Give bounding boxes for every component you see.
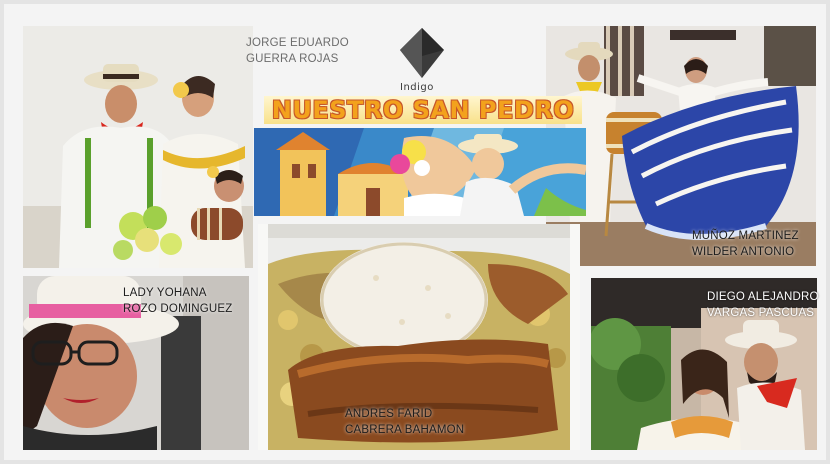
caption-line: CABRERA BAHAMON: [345, 424, 465, 436]
caption-line: ROZO DOMINGUEZ: [123, 303, 233, 315]
caption-line: JORGE EDUARDO: [246, 37, 349, 49]
banner-title: NUESTRO SAN PEDRO: [264, 96, 582, 124]
caption-lady: LADY YOHANA ROZO DOMINGUEZ: [123, 285, 233, 317]
caption-line: DIEGO ALEJANDRO: [707, 291, 819, 303]
diamond-logo-icon: [400, 28, 444, 78]
caption-line: GUERRA ROJAS: [246, 53, 339, 65]
caption-line: ANDRES FARID: [345, 408, 433, 420]
photo-family-couple: [23, 26, 253, 268]
banner-artwork: [254, 128, 586, 216]
caption-line: LADY YOHANA: [123, 287, 207, 299]
caption-jorge: JORGE EDUARDO GUERRA ROJAS: [246, 35, 349, 67]
brand-name: Indigo: [400, 82, 434, 93]
caption-diego: DIEGO ALEJANDRO VARGAS PASCUAS: [707, 289, 819, 321]
caption-line: MUÑOZ MARTINEZ: [692, 230, 799, 242]
caption-wilder: MUÑOZ MARTINEZ WILDER ANTONIO: [692, 228, 799, 260]
caption-line: VARGAS PASCUAS: [707, 307, 815, 319]
caption-andres: ANDRES FARID CABRERA BAHAMON: [345, 406, 464, 438]
brand-logo: Indigo: [394, 26, 450, 96]
caption-line: WILDER ANTONIO: [692, 246, 795, 258]
